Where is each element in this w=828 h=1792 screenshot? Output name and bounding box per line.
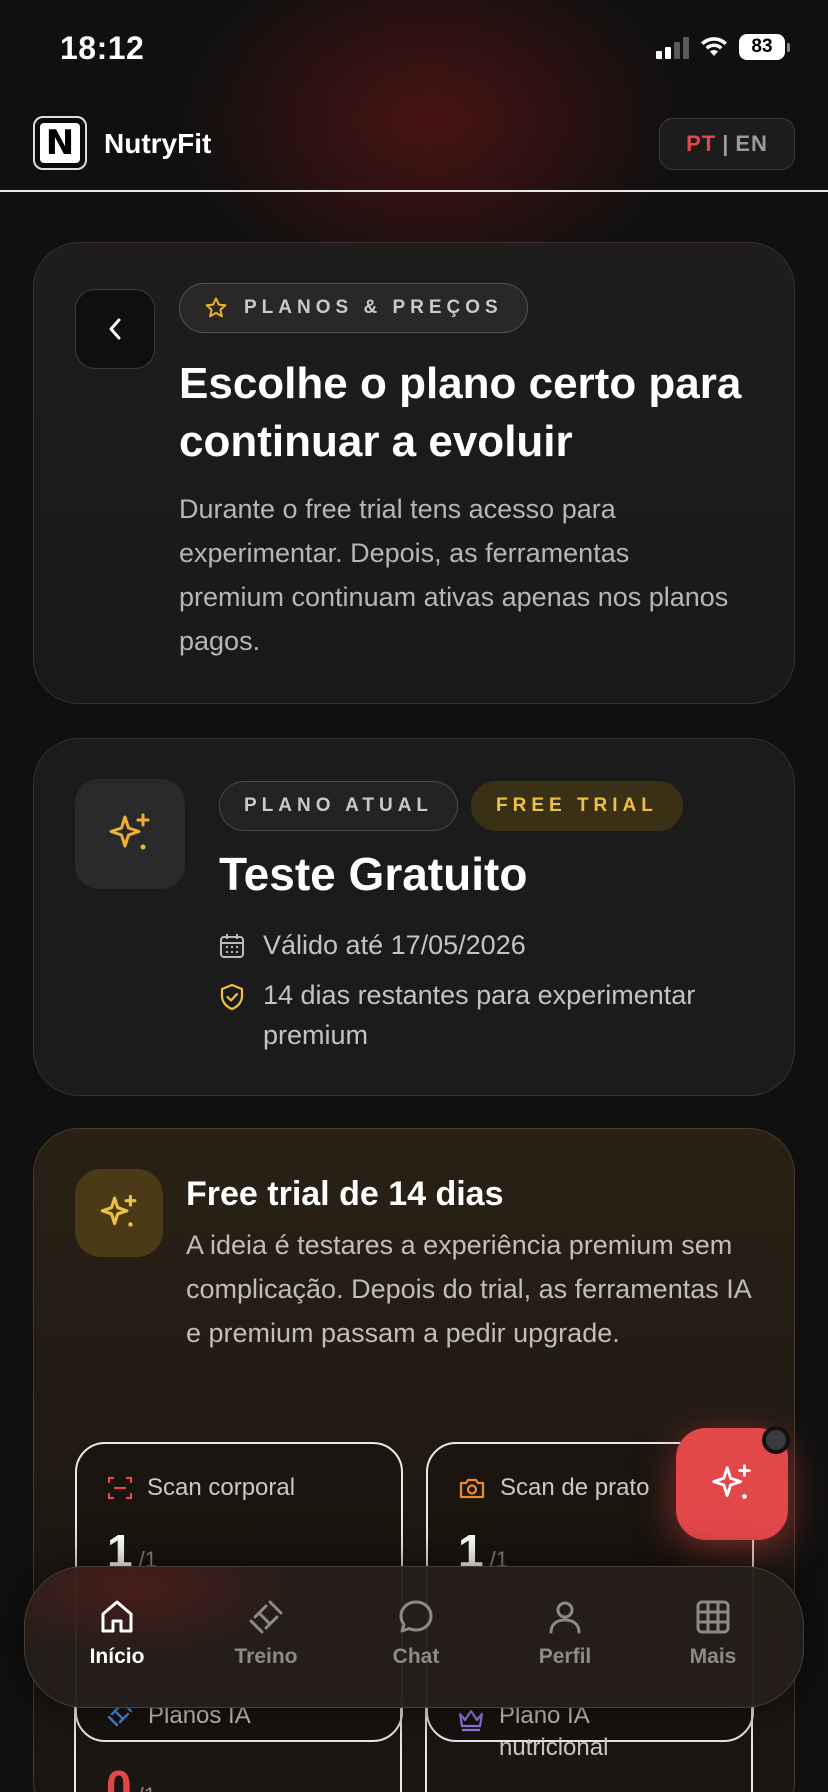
plans-prices-label: PLANOS & PREÇOS xyxy=(244,297,503,318)
nav-label: Perfil xyxy=(538,1645,592,1668)
nav-label: Mais xyxy=(689,1645,737,1668)
feature-ai-nutrition-plan: Plano IA nutricional xyxy=(425,1700,753,1792)
user-icon xyxy=(549,1601,581,1634)
home-icon xyxy=(101,1600,133,1633)
battery-icon: 83 xyxy=(739,34,790,60)
nav-workout[interactable]: Treino xyxy=(206,1597,326,1669)
feature-label: Scan de prato xyxy=(500,1474,650,1501)
valid-until-text: Válido até 17/05/2026 xyxy=(263,930,526,960)
battery-level: 83 xyxy=(739,34,785,60)
shield-check-icon xyxy=(220,983,244,1011)
status-icons: 83 xyxy=(656,34,790,60)
plans-intro-card: PLANOS & PREÇOS Escolhe o plano certo pa… xyxy=(33,242,795,704)
calendar-icon xyxy=(220,934,244,958)
feature-count: 0 xyxy=(106,1761,132,1792)
sparkles-icon xyxy=(109,813,150,850)
chat-icon xyxy=(399,1600,433,1633)
sparkles-icon xyxy=(712,1464,751,1499)
sparkles-icon xyxy=(100,1194,137,1227)
nav-label: Início xyxy=(89,1645,145,1668)
nav-label: Chat xyxy=(392,1645,440,1668)
nav-label: Treino xyxy=(234,1645,298,1668)
free-trial-badge: FREE TRIAL xyxy=(471,781,683,831)
current-plan-pill: PLANO ATUAL xyxy=(219,781,459,831)
app-header: N NutryFit PT | EN xyxy=(0,96,828,192)
feature-label: Scan corporal xyxy=(147,1474,296,1501)
crown-icon xyxy=(458,1709,484,1732)
status-time: 18:12 xyxy=(60,30,145,66)
app-logo[interactable]: N xyxy=(33,116,87,170)
current-plan-icon-box xyxy=(75,779,185,889)
trial-title: Free trial de 14 dias xyxy=(186,1175,504,1213)
signal-icon xyxy=(656,35,689,59)
fab-dismiss-dot[interactable] xyxy=(762,1426,790,1454)
nav-more[interactable]: Mais xyxy=(653,1597,773,1669)
feature-label: Plano IA nutricional xyxy=(499,1702,609,1761)
brand-name: NutryFit xyxy=(104,128,212,159)
valid-until-row: Válido até 17/05/2026 xyxy=(219,925,526,965)
nav-home[interactable]: Início xyxy=(57,1597,177,1669)
language-toggle[interactable]: PT | EN xyxy=(659,118,795,170)
current-plan-card: PLANO ATUAL FREE TRIAL Teste Gratuito Vá… xyxy=(33,738,795,1096)
page-title: Escolhe o plano certo para continuar a e… xyxy=(179,359,742,466)
back-button[interactable] xyxy=(75,289,155,369)
days-remaining-row: 14 dias restantes para experimentar prem… xyxy=(219,975,759,1055)
plans-prices-pill: PLANOS & PREÇOS xyxy=(179,283,528,333)
star-icon xyxy=(205,297,227,318)
days-remaining-text: 14 dias restantes para experimentar prem… xyxy=(263,980,696,1050)
lang-pt[interactable]: PT xyxy=(686,131,716,157)
status-bar: 18:12 83 xyxy=(0,0,828,96)
scan-icon xyxy=(107,1476,133,1500)
feature-limit: /1 xyxy=(138,1783,156,1792)
bottom-navigation: Início Treino Chat Perfil Mais xyxy=(24,1566,805,1709)
grid-icon xyxy=(696,1600,730,1634)
lang-separator: | xyxy=(722,131,730,156)
nav-profile[interactable]: Perfil xyxy=(505,1597,625,1669)
trial-description: A ideia é testares a experiência premium… xyxy=(186,1230,751,1348)
dumbbell-icon xyxy=(249,1600,283,1634)
chevron-left-icon xyxy=(109,318,121,340)
lang-en[interactable]: EN xyxy=(735,131,768,157)
current-plan-title: Teste Gratuito xyxy=(219,848,528,900)
logo-letter: N xyxy=(40,123,80,163)
wifi-icon xyxy=(701,37,727,56)
nav-chat[interactable]: Chat xyxy=(356,1597,476,1669)
page-description: Durante o free trial tens acesso para ex… xyxy=(179,494,729,656)
trial-icon-box xyxy=(75,1169,163,1257)
camera-icon xyxy=(459,1478,485,1499)
feature-ai-plans: Planos IA 0/1 xyxy=(74,1700,402,1792)
